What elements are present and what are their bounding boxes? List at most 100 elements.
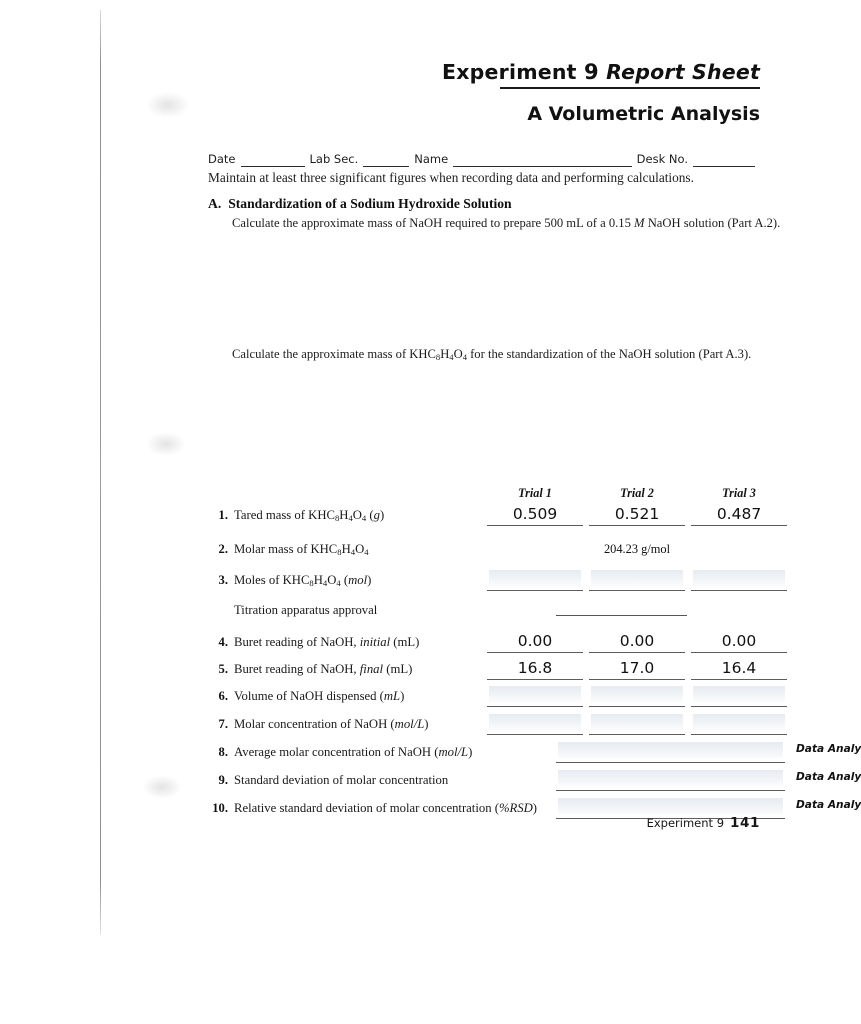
section-a-letter: A.	[208, 196, 222, 211]
row-label: Relative standard deviation of molar con…	[234, 801, 537, 815]
cell-trial-3[interactable]: 16.4	[691, 656, 787, 680]
formula-o: O	[453, 347, 463, 361]
cell-trial-1[interactable]	[487, 567, 583, 591]
cell-value: 16.8	[517, 659, 553, 677]
row-label: Buret reading of NaOH, final (mL)	[234, 662, 413, 676]
approval-label: Titration apparatus approval	[234, 603, 378, 617]
cell-value: 17.0	[619, 659, 655, 677]
table-row: 8. Average molar concentration of NaOH (…	[208, 739, 861, 767]
approval-signature-line[interactable]	[556, 615, 687, 616]
row-number: 6.	[218, 689, 228, 703]
cell-value: 0.00	[721, 632, 757, 650]
date-label: Date	[208, 152, 236, 166]
lab-sec-label: Lab Sec.	[309, 152, 359, 166]
cell-trial-2[interactable]	[589, 711, 685, 735]
row-number: 8.	[218, 745, 228, 759]
cell-trial-2[interactable]	[589, 567, 685, 591]
prompt-1-pre: Calculate the approximate mass of NaOH r…	[232, 216, 635, 230]
row-number: 9.	[218, 773, 228, 787]
title-experiment-word: Experiment	[442, 60, 577, 84]
cell-trial-2[interactable]: 17.0	[589, 656, 685, 680]
cell-value: 0.00	[517, 632, 553, 650]
row-number: 10.	[212, 801, 228, 815]
data-analysis-tag: Data Analysis, B	[796, 799, 861, 811]
table-row: 6. Volume of NaOH dispensed (mL)	[208, 683, 787, 711]
table-row-approval: Titration apparatus approval	[208, 599, 760, 629]
section-a-title: Standardization of a Sodium Hydroxide So…	[228, 196, 512, 211]
cell-trial-3[interactable]	[691, 711, 787, 735]
cell-trial-1[interactable]: 16.8	[487, 656, 583, 680]
row-label: Buret reading of NaOH, initial (mL)	[234, 635, 420, 649]
row-number: 4.	[218, 635, 228, 649]
row-label: Tared mass of KHC8H4O4 (g)	[234, 508, 385, 523]
column-header-trial-2: Trial 2	[620, 486, 654, 500]
desk-no-label: Desk No.	[636, 152, 688, 166]
desk-no-input[interactable]	[693, 153, 755, 167]
row-label: Volume of NaOH dispensed (mL)	[234, 689, 405, 703]
name-input[interactable]	[453, 153, 632, 167]
cell-trial-3[interactable]	[691, 683, 787, 707]
title-underline-rule	[500, 87, 760, 89]
cell-trial-1[interactable]	[487, 711, 583, 735]
cell-value: 0.509	[512, 505, 558, 523]
prompt-2-pre: Calculate the approximate mass of KHC	[232, 347, 436, 361]
cell-trial-2[interactable]: 0.521	[589, 502, 685, 526]
row-label: Moles of KHC8H4O4 (mol)	[234, 573, 372, 588]
scan-smudge	[146, 92, 190, 118]
prompt-1-molarity-symbol: M	[634, 216, 645, 230]
column-header-trial-3: Trial 3	[722, 486, 756, 500]
cell-trial-2[interactable]: 0.00	[589, 629, 685, 653]
date-input[interactable]	[240, 153, 305, 167]
cell-value: 204.23 g/mol	[603, 542, 671, 556]
instruction-text: Maintain at least three significant figu…	[208, 170, 694, 185]
scan-smudge	[146, 432, 186, 456]
row-number: 1.	[218, 508, 228, 522]
table-row: 1. Tared mass of KHC8H4O4 (g) 0.509 0.52…	[208, 502, 787, 536]
page-binding-edge	[100, 10, 101, 935]
calculation-prompt-1: Calculate the approximate mass of NaOH r…	[232, 216, 780, 231]
cell-value: 16.4	[721, 659, 757, 677]
data-analysis-tag: Data Analysis, C	[796, 771, 861, 783]
row-label: Molar concentration of NaOH (mol/L)	[234, 717, 429, 731]
scan-smudge	[142, 775, 182, 799]
footer-experiment-label: Experiment 9	[646, 816, 725, 830]
page-footer: Experiment 9 141	[647, 815, 760, 831]
cell-average-concentration[interactable]	[556, 739, 785, 763]
cell-value: 0.00	[619, 632, 655, 650]
data-table: Trial 1 Trial 2 Trial 3 1. Tared mass of…	[208, 486, 861, 823]
row-number: 3.	[218, 573, 228, 587]
page-subtitle: A Volumetric Analysis	[527, 103, 760, 125]
table-row: 7. Molar concentration of NaOH (mol/L)	[208, 711, 787, 739]
column-header-trial-1: Trial 1	[518, 486, 552, 500]
row-label: Molar mass of KHC8H4O4	[234, 542, 369, 557]
title-report-sheet: Report Sheet	[606, 60, 760, 84]
cell-trial-1[interactable]: 0.509	[487, 502, 583, 526]
prompt-1-post: NaOH solution (Part A.2).	[644, 216, 781, 230]
page-title: Experiment 9 Report Sheet	[240, 60, 760, 84]
name-label: Name	[414, 152, 449, 166]
cell-molar-mass: 204.23 g/mol	[589, 536, 685, 559]
cell-trial-3[interactable]: 0.487	[691, 502, 787, 526]
row-label: Average molar concentration of NaOH (mol…	[234, 745, 473, 759]
cell-trial-3[interactable]	[691, 567, 787, 591]
table-row: 3. Moles of KHC8H4O4 (mol)	[208, 567, 787, 599]
document-title-block: Experiment 9 Report Sheet A Volumetric A…	[240, 60, 760, 125]
row-number: 5.	[218, 662, 228, 676]
table-row: 2. Molar mass of KHC8H4O4 204.23 g/mol	[208, 536, 760, 567]
footer-page-number: 141	[730, 815, 760, 831]
cell-trial-2[interactable]	[589, 683, 685, 707]
row-number: 7.	[218, 717, 228, 731]
cell-value: 0.487	[716, 505, 762, 523]
cell-trial-1[interactable]: 0.00	[487, 629, 583, 653]
cell-trial-1[interactable]	[487, 683, 583, 707]
report-sheet-page: Experiment 9 Report Sheet A Volumetric A…	[0, 0, 861, 1024]
prompt-2-post: for the standardization of the NaOH solu…	[466, 347, 752, 361]
table-row: 5. Buret reading of NaOH, final (mL) 16.…	[208, 656, 787, 683]
cell-standard-deviation[interactable]	[556, 767, 785, 791]
formula-h: H	[440, 347, 450, 361]
section-a-heading: A. Standardization of a Sodium Hydroxide …	[208, 196, 512, 212]
lab-sec-input[interactable]	[363, 153, 410, 167]
table-column-headers: Trial 1 Trial 2 Trial 3	[208, 486, 760, 502]
row-label: Standard deviation of molar concentratio…	[234, 773, 449, 787]
cell-trial-3[interactable]: 0.00	[691, 629, 787, 653]
